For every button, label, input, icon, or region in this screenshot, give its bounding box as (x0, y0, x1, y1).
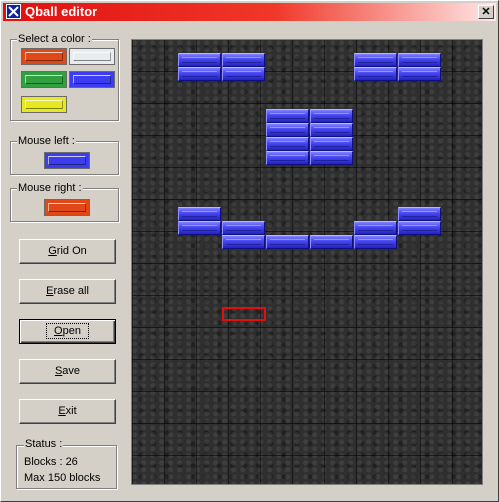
level-board[interactable] (131, 39, 483, 485)
brick[interactable] (222, 67, 265, 81)
color-swatch-green[interactable] (21, 71, 67, 88)
title-bar[interactable]: Qball editor ✕ (3, 3, 496, 21)
brick[interactable] (354, 53, 397, 67)
brick[interactable] (354, 67, 397, 81)
brick[interactable] (266, 109, 309, 123)
brick[interactable] (266, 123, 309, 137)
close-button[interactable]: ✕ (478, 5, 494, 19)
status-group: Status : Blocks : 26 Max 150 blocks (16, 438, 117, 489)
mouse-left-label: Mouse left : (17, 135, 76, 147)
brick[interactable] (310, 151, 353, 165)
color-swatch-white[interactable] (69, 48, 115, 65)
brick[interactable] (398, 221, 441, 235)
color-swatch-red[interactable] (21, 48, 67, 65)
brick[interactable] (222, 53, 265, 67)
brick[interactable] (266, 137, 309, 151)
blocks-count: Blocks : 26 (24, 456, 78, 468)
brick[interactable] (354, 235, 397, 249)
open-button[interactable]: Open (19, 319, 116, 344)
mouse-left-color (44, 152, 90, 169)
brick[interactable] (178, 67, 221, 81)
qball-app-icon[interactable] (6, 4, 21, 19)
brick[interactable] (310, 235, 353, 249)
mouse-left-group: Mouse left : (10, 135, 119, 175)
brick[interactable] (178, 221, 221, 235)
brick[interactable] (310, 123, 353, 137)
brick[interactable] (222, 235, 265, 249)
status-label: Status : (24, 438, 64, 450)
brick[interactable] (310, 137, 353, 151)
color-palette-group: Select a color : (10, 33, 119, 121)
placement-cursor (222, 307, 266, 321)
board-grid[interactable] (132, 40, 482, 484)
brick[interactable] (266, 235, 309, 249)
brick[interactable] (398, 207, 441, 221)
brick[interactable] (266, 151, 309, 165)
brick[interactable] (398, 67, 441, 81)
brick[interactable] (178, 53, 221, 67)
color-swatch-blue[interactable] (69, 71, 115, 88)
window-title: Qball editor (25, 4, 98, 19)
brick[interactable] (310, 109, 353, 123)
mouse-right-group: Mouse right : (10, 182, 119, 222)
brick[interactable] (178, 207, 221, 221)
max-blocks: Max 150 blocks (24, 472, 101, 484)
color-palette-label: Select a color : (17, 33, 92, 45)
brick[interactable] (222, 221, 265, 235)
erase-all-button[interactable]: Erase all (19, 279, 116, 304)
mouse-right-color (44, 199, 90, 216)
brick[interactable] (354, 221, 397, 235)
mouse-right-label: Mouse right : (17, 182, 83, 194)
grid-toggle-button[interactable]: Grid On (19, 239, 116, 264)
exit-button[interactable]: Exit (19, 399, 116, 424)
brick[interactable] (398, 53, 441, 67)
qball-editor-window: Qball editor ✕ Select a color : Mouse le… (0, 0, 499, 502)
color-swatch-yellow[interactable] (21, 96, 67, 113)
save-button[interactable]: Save (19, 359, 116, 384)
